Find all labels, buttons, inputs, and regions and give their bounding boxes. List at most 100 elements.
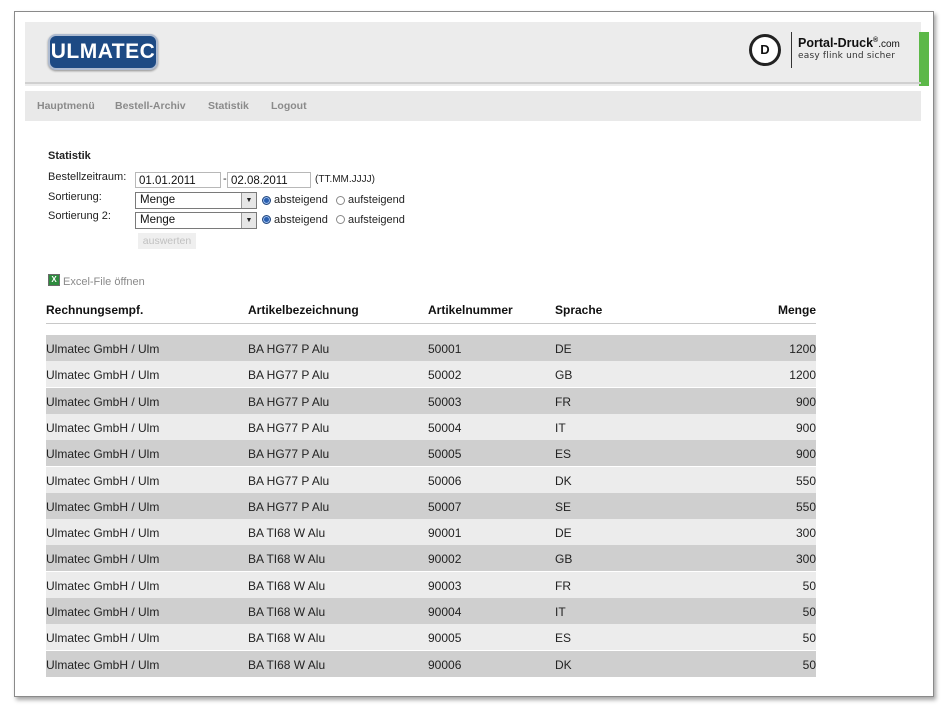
cell-article-name: BA TI68 W Alu (248, 578, 326, 593)
cell-language: IT (555, 605, 566, 619)
cell-article-name: BA HG77 P Alu (248, 447, 330, 462)
table-header-divider (46, 323, 816, 324)
page-title: Statistik (48, 150, 91, 162)
cell-language: IT (555, 420, 566, 435)
nav-item-logout[interactable]: Logout (271, 100, 307, 112)
cell-article-number: 50006 (428, 473, 462, 488)
cell-quantity: 900 (795, 447, 816, 462)
cell-article-number: 50001 (428, 342, 462, 356)
cell-recipient: Ulmatec GmbH / Ulm (46, 605, 160, 619)
table-row: Ulmatec GmbH / Ulm BA HG77 P Alu 50004 IT 90… (46, 413, 816, 440)
cell-recipient: Ulmatec GmbH / Ulm (46, 368, 160, 383)
cell-language: ES (555, 447, 572, 462)
table-row: Ulmatec GmbH / Ulm BA TI68 W Alu 90005 ES 50 (46, 624, 816, 651)
sort2-desc-radio[interactable] (262, 215, 271, 224)
nav-item-hauptmenu[interactable]: Hauptmenü (37, 100, 95, 112)
cell-quantity: 900 (795, 420, 816, 435)
cell-recipient: Ulmatec GmbH / Ulm (46, 420, 160, 435)
portal-druck-logo-icon: D (749, 34, 781, 66)
cell-recipient: Ulmatec GmbH / Ulm (46, 657, 160, 672)
cell-quantity: 1200 (789, 368, 816, 383)
ulmatec-logo[interactable]: ULMATEC (48, 34, 158, 70)
cell-article-number: 50007 (428, 499, 462, 514)
cell-recipient: Ulmatec GmbH / Ulm (46, 473, 160, 488)
cell-article-number: 90001 (428, 526, 462, 541)
sort2-select[interactable]: Menge ▼ (135, 212, 257, 229)
cell-language: DK (555, 657, 572, 672)
main-nav: Hauptmenü Bestell-Archiv Statistik Logou… (25, 91, 921, 121)
cell-quantity: 300 (795, 552, 816, 567)
cell-article-name: BA HG77 P Alu (248, 473, 330, 488)
sort1-select[interactable]: Menge ▼ (135, 192, 257, 209)
cell-article-name: BA HG77 P Alu (248, 499, 330, 514)
cell-quantity: 300 (795, 526, 816, 541)
table-row: Ulmatec GmbH / Ulm BA HG77 P Alu 50001 DE 12… (46, 335, 816, 361)
cell-quantity: 550 (795, 499, 816, 514)
cell-recipient: Ulmatec GmbH / Ulm (46, 499, 160, 514)
chevron-down-icon: ▼ (241, 213, 256, 228)
table-row: Ulmatec GmbH / Ulm BA TI68 W Alu 90002 GB 30… (46, 545, 816, 572)
sort1-desc-radio[interactable] (262, 196, 271, 205)
app-window: ULMATEC D Portal-Druck®.com easy flink u… (14, 11, 934, 697)
cell-language: DE (555, 526, 572, 541)
col-header-recipient[interactable]: Rechnungsempf. (46, 303, 143, 317)
cell-language: FR (555, 578, 571, 593)
sort2-asc-label: aufsteigend (348, 214, 405, 226)
sort1-asc-radio[interactable] (336, 196, 345, 205)
brand-divider (791, 32, 792, 68)
nav-item-statistik[interactable]: Statistik (208, 100, 249, 112)
cell-quantity: 50 (802, 605, 816, 619)
cell-quantity: 550 (795, 473, 816, 488)
accent-bar (919, 32, 929, 86)
cell-article-number: 90004 (428, 605, 462, 619)
excel-icon[interactable]: X (48, 274, 60, 286)
cell-article-number: 90003 (428, 578, 462, 593)
sort2-desc-label: absteigend (274, 214, 328, 226)
cell-article-number: 50005 (428, 447, 462, 462)
cell-quantity: 1200 (789, 342, 816, 356)
col-header-article-number[interactable]: Artikelnummer (428, 303, 513, 317)
cell-article-name: BA HG77 P Alu (248, 394, 330, 409)
cell-language: GB (555, 552, 573, 567)
cell-article-name: BA HG77 P Alu (248, 368, 330, 383)
date-format-hint: (TT.MM.JJJJ) (315, 174, 375, 185)
portal-druck-tagline: easy flink und sicher (798, 51, 896, 61)
cell-article-name: BA TI68 W Alu (248, 605, 326, 619)
cell-recipient: Ulmatec GmbH / Ulm (46, 552, 160, 567)
chevron-down-icon: ▼ (241, 193, 256, 208)
cell-recipient: Ulmatec GmbH / Ulm (46, 578, 160, 593)
cell-language: SE (555, 499, 572, 514)
header-divider (25, 82, 921, 84)
sort1-select-value: Menge (140, 194, 176, 206)
table-row: Ulmatec GmbH / Ulm BA TI68 W Alu 90006 DK 50 (46, 650, 816, 677)
sort1-desc-label: absteigend (274, 194, 328, 206)
col-header-language[interactable]: Sprache (555, 303, 602, 317)
table-row: Ulmatec GmbH / Ulm BA HG77 P Alu 50002 GB 12… (46, 361, 816, 388)
cell-recipient: Ulmatec GmbH / Ulm (46, 342, 160, 356)
sort2-asc-radio[interactable] (336, 215, 345, 224)
cell-recipient: Ulmatec GmbH / Ulm (46, 526, 160, 541)
cell-article-number: 50003 (428, 394, 462, 409)
cell-quantity: 50 (802, 657, 816, 672)
evaluate-button[interactable]: auswerten (138, 233, 196, 249)
cell-article-number: 90005 (428, 631, 462, 646)
excel-open-link[interactable]: Excel-File öffnen (63, 276, 145, 288)
col-header-article-name[interactable]: Artikelbezeichnung (248, 303, 359, 317)
cell-recipient: Ulmatec GmbH / Ulm (46, 394, 160, 409)
table-row: Ulmatec GmbH / Ulm BA HG77 P Alu 50005 ES 90… (46, 440, 816, 467)
nav-item-bestell-archiv[interactable]: Bestell-Archiv (115, 100, 186, 112)
table-row: Ulmatec GmbH / Ulm BA HG77 P Alu 50006 DK 55… (46, 466, 816, 493)
cell-language: DE (555, 342, 572, 356)
cell-article-name: BA TI68 W Alu (248, 526, 326, 541)
cell-article-name: BA HG77 P Alu (248, 342, 330, 356)
table-row: Ulmatec GmbH / Ulm BA TI68 W Alu 90001 DE 30… (46, 519, 816, 546)
sort1-asc-label: aufsteigend (348, 194, 405, 206)
col-header-quantity[interactable]: Menge (775, 303, 816, 317)
cell-article-number: 50002 (428, 368, 462, 383)
date-from-field[interactable]: 01.01.2011 (135, 172, 221, 188)
cell-article-number: 90006 (428, 657, 462, 672)
date-to-field[interactable]: 02.08.2011 (227, 172, 311, 188)
cell-article-name: BA HG77 P Alu (248, 420, 330, 435)
cell-language: FR (555, 394, 571, 409)
cell-recipient: Ulmatec GmbH / Ulm (46, 447, 160, 462)
